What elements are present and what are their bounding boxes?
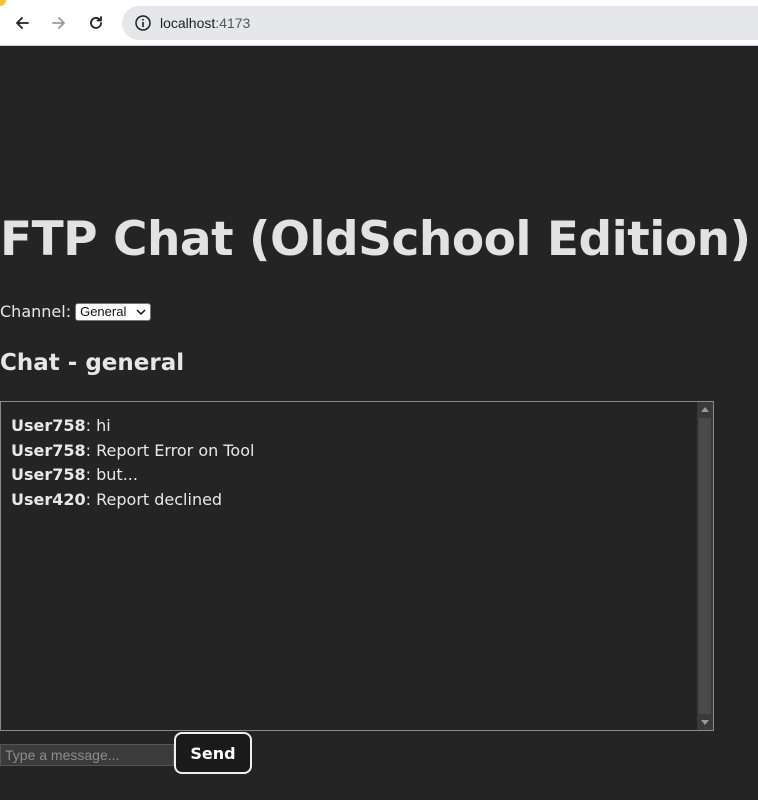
- message-list: User758: hi User758: Report Error on Too…: [11, 414, 254, 513]
- list-item: User758: Report Error on Tool: [11, 439, 254, 464]
- channel-select[interactable]: General: [75, 302, 152, 321]
- scroll-down-icon[interactable]: [701, 720, 709, 725]
- page-title: FTP Chat (OldSchool Edition): [0, 212, 751, 267]
- chat-heading: Chat - general: [0, 350, 185, 376]
- channel-label: Channel:: [0, 302, 72, 321]
- channel-selected-value: General: [80, 304, 127, 319]
- list-item: User758: but...: [11, 463, 254, 488]
- message-text: : Report Error on Tool: [85, 440, 255, 460]
- back-icon[interactable]: [10, 11, 34, 35]
- message-text: : hi: [85, 416, 111, 435]
- message-user: User758: [11, 465, 86, 485]
- tab-indicator: [0, 0, 6, 6]
- messages-panel[interactable]: User758: hi User758: Report Error on Too…: [0, 401, 714, 731]
- scrollbar[interactable]: [697, 402, 713, 730]
- chat-app: FTP Chat (OldSchool Edition) Channel: Ge…: [0, 47, 758, 800]
- site-info-icon[interactable]: [134, 14, 152, 32]
- browser-toolbar: localhost:4173: [0, 0, 758, 46]
- message-text: : Report declined: [85, 490, 223, 510]
- channel-selector-row: Channel: General: [0, 302, 152, 321]
- message-text: : but...: [85, 465, 138, 485]
- scroll-thumb[interactable]: [699, 418, 711, 714]
- forward-icon[interactable]: [47, 11, 71, 35]
- list-item: User420: Report declined: [11, 488, 254, 513]
- url-text: localhost:4173: [160, 15, 251, 31]
- send-button[interactable]: Send: [174, 732, 252, 774]
- message-input[interactable]: [0, 744, 174, 766]
- message-user: User758: [11, 416, 86, 435]
- reload-icon[interactable]: [84, 11, 108, 35]
- list-item: User758: hi: [11, 414, 254, 439]
- address-bar[interactable]: localhost:4173: [122, 6, 758, 40]
- scroll-up-icon[interactable]: [701, 407, 709, 412]
- message-user: User420: [11, 490, 86, 510]
- message-user: User758: [11, 440, 86, 460]
- chevron-down-icon: [136, 308, 146, 315]
